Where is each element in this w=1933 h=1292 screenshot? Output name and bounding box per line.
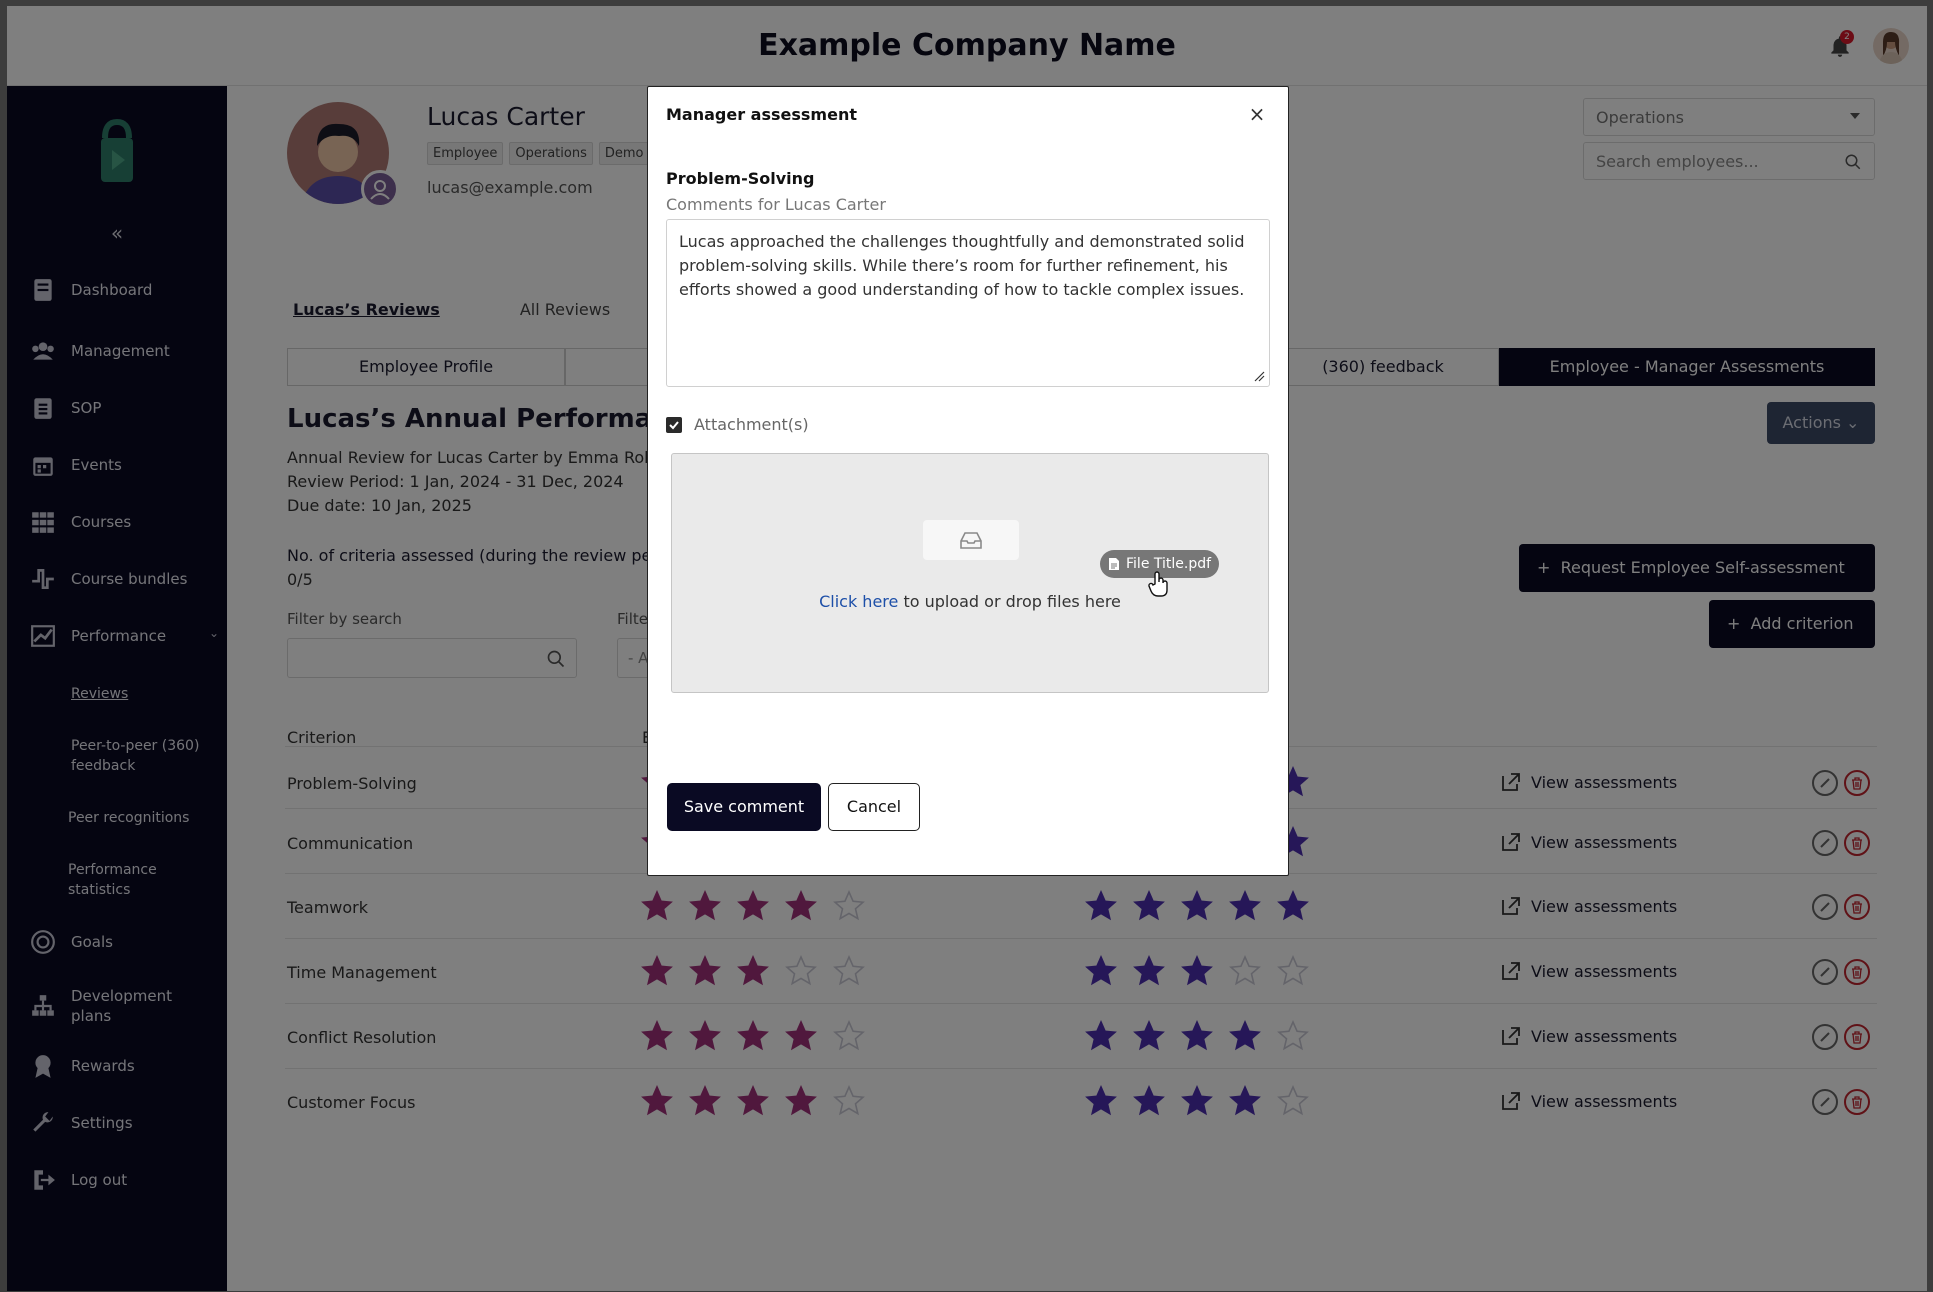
file-icon — [1109, 558, 1119, 570]
close-icon[interactable]: × — [1246, 103, 1268, 125]
save-comment-button[interactable]: Save comment — [667, 783, 821, 831]
attachments-label: Attachment(s) — [694, 415, 809, 434]
attachments-checkbox[interactable] — [666, 416, 682, 433]
comment-text: Lucas approached the challenges thoughtf… — [679, 232, 1245, 299]
upload-link[interactable]: Click here — [819, 592, 898, 611]
manager-assessment-modal: Manager assessment × Problem-Solving Com… — [647, 86, 1289, 876]
comment-textarea[interactable]: Lucas approached the challenges thoughtf… — [666, 219, 1270, 387]
file-dropzone[interactable]: Click here to upload or drop files here … — [671, 453, 1269, 693]
upload-text: to upload or drop files here — [898, 592, 1121, 611]
inbox-icon — [923, 520, 1019, 560]
modal-title: Manager assessment — [666, 105, 857, 124]
cancel-button[interactable]: Cancel — [828, 783, 920, 831]
attachments-toggle[interactable]: Attachment(s) — [666, 415, 809, 434]
modal-criterion-title: Problem-Solving — [666, 169, 815, 188]
comments-label: Comments for Lucas Carter — [666, 195, 886, 214]
hand-cursor-icon — [1148, 571, 1168, 597]
resize-handle-icon[interactable] — [1253, 370, 1265, 382]
upload-instructions: Click here to upload or drop files here — [672, 592, 1268, 611]
